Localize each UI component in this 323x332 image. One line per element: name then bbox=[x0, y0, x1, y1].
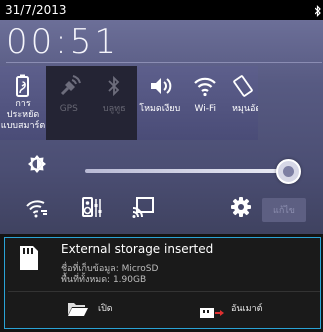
brightness-row bbox=[0, 140, 323, 190]
sound-icon bbox=[137, 74, 183, 100]
notification-divider bbox=[8, 291, 320, 292]
notification-total-space: พื้นที่ทั้งหมด: 1.90GB bbox=[61, 275, 147, 285]
wifi-settings-icon[interactable] bbox=[25, 196, 49, 224]
tile-gps[interactable]: GPS bbox=[46, 66, 92, 140]
brightness-slider-thumb[interactable] bbox=[275, 159, 301, 184]
bluetooth-icon bbox=[314, 2, 321, 21]
brightness-icon bbox=[26, 153, 48, 179]
status-bar: 31/7/2013 bbox=[0, 0, 323, 20]
audio-settings-icon[interactable] bbox=[82, 196, 104, 224]
brightness-slider[interactable] bbox=[85, 169, 292, 173]
quick-icons-row: แก้ไข bbox=[0, 190, 323, 234]
tile-smart-saving[interactable]: การประหยัด แบบสมาร์ต bbox=[0, 66, 46, 140]
quick-settings-panel: 00:51 การประหยัด แบบสมาร์ต GPS บลูทูธ โห… bbox=[0, 20, 323, 234]
edit-button-label: แก้ไข bbox=[273, 206, 295, 216]
settings-icon[interactable] bbox=[230, 196, 252, 222]
edit-button[interactable]: แก้ไข bbox=[262, 198, 306, 222]
tile-silent-mode[interactable]: โหมดเงียบ bbox=[137, 66, 183, 140]
open-button[interactable]: เปิด bbox=[98, 301, 113, 315]
toggle-tiles: การประหยัด แบบสมาร์ต GPS บลูทูธ โหมดเงีย… bbox=[0, 66, 323, 140]
tile-bluetooth[interactable]: บลูทูธ bbox=[91, 66, 138, 140]
divider bbox=[6, 62, 322, 63]
tile-label: GPS bbox=[59, 104, 78, 114]
rotate-icon bbox=[228, 74, 258, 100]
tile-wifi[interactable]: Wi-Fi bbox=[182, 66, 229, 140]
tile-label: Wi-Fi bbox=[194, 104, 216, 114]
clock: 00:51 bbox=[6, 22, 119, 62]
wifi-icon bbox=[183, 74, 229, 100]
battery-saver-icon bbox=[0, 74, 46, 100]
tile-auto-rotate[interactable]: หมุนอัต bbox=[228, 66, 258, 140]
unmount-button[interactable]: อันเมาต์ bbox=[231, 301, 262, 315]
tile-label: บลูทูธ bbox=[102, 104, 126, 114]
unmount-icon[interactable] bbox=[199, 304, 225, 323]
tile-label: โหมดเงียบ bbox=[139, 104, 181, 114]
bluetooth-icon bbox=[92, 74, 138, 100]
notification-title: External storage inserted bbox=[61, 242, 214, 256]
status-date: 31/7/2013 bbox=[5, 3, 67, 17]
tile-label: หมุนอัต bbox=[232, 104, 258, 114]
gps-icon bbox=[46, 74, 92, 100]
sd-card-icon bbox=[18, 244, 40, 276]
cast-icon[interactable] bbox=[131, 196, 155, 224]
tile-label: การประหยัด แบบสมาร์ต bbox=[0, 99, 46, 131]
folder-open-icon[interactable] bbox=[67, 301, 89, 321]
